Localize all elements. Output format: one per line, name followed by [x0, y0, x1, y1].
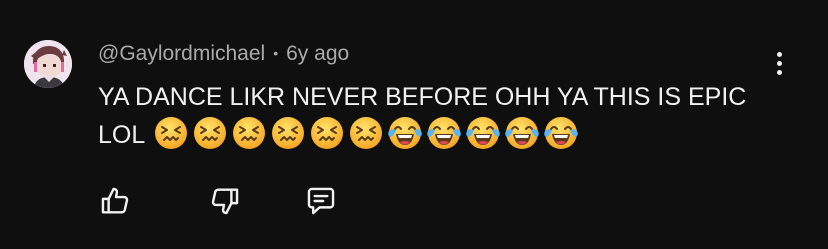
face-with-tears-of-joy-emoji	[544, 117, 579, 150]
confounded-face-emoji	[311, 117, 344, 150]
comment-body: YA DANCE LIKR NEVER BEFORE OHH YA THIS I…	[98, 78, 778, 154]
comment-icon	[307, 187, 335, 215]
header-separator: •	[273, 45, 279, 61]
more-vertical-icon-dot	[776, 69, 782, 75]
avatar-image	[24, 40, 72, 88]
confounded-face-emoji	[350, 117, 383, 150]
reply-button[interactable]	[300, 180, 342, 222]
comment-timestamp[interactable]: 6y ago	[286, 42, 349, 66]
face-with-tears-of-joy-emoji	[466, 117, 501, 150]
dislike-button[interactable]	[204, 180, 246, 222]
author-name[interactable]: @Gaylordmichael	[98, 42, 265, 66]
more-vertical-icon-dot	[776, 60, 782, 66]
thumbs-up-icon	[101, 187, 129, 214]
face-with-tears-of-joy-emoji	[427, 117, 462, 150]
comment-item: @Gaylordmichael • 6y ago YA DANCE LIKR N…	[0, 0, 828, 249]
confounded-face-emoji	[155, 117, 188, 150]
confounded-face-emoji	[233, 117, 266, 150]
confounded-face-emoji	[194, 117, 227, 150]
thumbs-down-icon	[211, 188, 239, 215]
confounded-face-emoji	[272, 117, 305, 150]
more-vertical-icon	[776, 51, 782, 57]
avatar[interactable]	[24, 40, 72, 88]
comment-actions	[94, 180, 342, 222]
like-button[interactable]	[94, 180, 136, 222]
face-with-tears-of-joy-emoji	[505, 117, 540, 150]
face-with-tears-of-joy-emoji	[388, 117, 423, 150]
emoji-row	[153, 115, 579, 151]
comment-header: @Gaylordmichael • 6y ago	[98, 40, 349, 68]
more-options-button[interactable]	[764, 46, 794, 80]
